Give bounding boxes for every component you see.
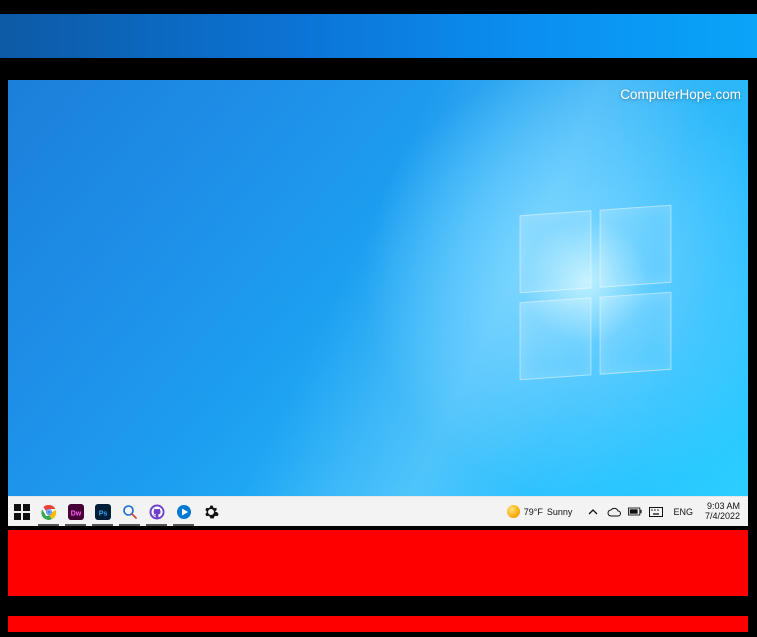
windows-logo-icon — [520, 205, 672, 381]
dreamweaver-button[interactable]: Dw — [62, 497, 89, 526]
chevron-up-icon — [588, 507, 598, 517]
svg-text:Ps: Ps — [98, 510, 107, 517]
weather-condition: Sunny — [547, 507, 573, 517]
github-button[interactable] — [143, 497, 170, 526]
decorative-red-bar — [8, 530, 748, 596]
watermark-text: ComputerHope.com — [620, 87, 741, 102]
github-icon — [149, 504, 165, 520]
photoshop-button[interactable]: Ps — [89, 497, 116, 526]
tray-overflow-button[interactable] — [586, 505, 600, 519]
desktop-wallpaper[interactable] — [8, 80, 748, 526]
chrome-button[interactable] — [35, 497, 62, 526]
language-indicator[interactable]: ENG — [671, 507, 695, 517]
media-button[interactable] — [170, 497, 197, 526]
decorative-bottom-red-bar — [8, 616, 748, 632]
decorative-black-gap — [0, 596, 757, 616]
play-icon — [176, 504, 192, 520]
taskbar-clock[interactable]: 9:03 AM 7/4/2022 — [701, 502, 744, 522]
sun-icon — [507, 505, 520, 518]
weather-temp: 79°F — [524, 507, 543, 517]
decorative-top-bar — [0, 14, 757, 58]
weather-widget[interactable]: 79°F Sunny — [501, 497, 579, 526]
ime-tray-icon[interactable] — [649, 505, 663, 519]
svg-text:Dw: Dw — [70, 510, 81, 517]
windows-icon — [14, 504, 30, 520]
taskbar: Dw Ps — [8, 496, 748, 526]
start-button[interactable] — [8, 497, 35, 526]
clock-date: 7/4/2022 — [705, 512, 740, 522]
battery-tray-icon[interactable] — [628, 505, 642, 519]
battery-icon — [628, 507, 642, 516]
windows-desktop: ComputerHope.com — [8, 80, 748, 526]
cloud-icon — [607, 507, 621, 517]
keyboard-icon — [649, 507, 663, 517]
gear-icon — [203, 504, 219, 520]
photoshop-icon: Ps — [95, 504, 111, 520]
dreamweaver-icon: Dw — [68, 504, 84, 520]
onedrive-tray-icon[interactable] — [607, 505, 621, 519]
magnifier-icon — [122, 504, 138, 520]
search-button[interactable] — [116, 497, 143, 526]
settings-button[interactable] — [197, 497, 224, 526]
taskbar-pinned-apps: Dw Ps — [8, 497, 224, 526]
chrome-icon — [41, 504, 57, 520]
taskbar-system-tray: 79°F Sunny — [501, 497, 748, 526]
